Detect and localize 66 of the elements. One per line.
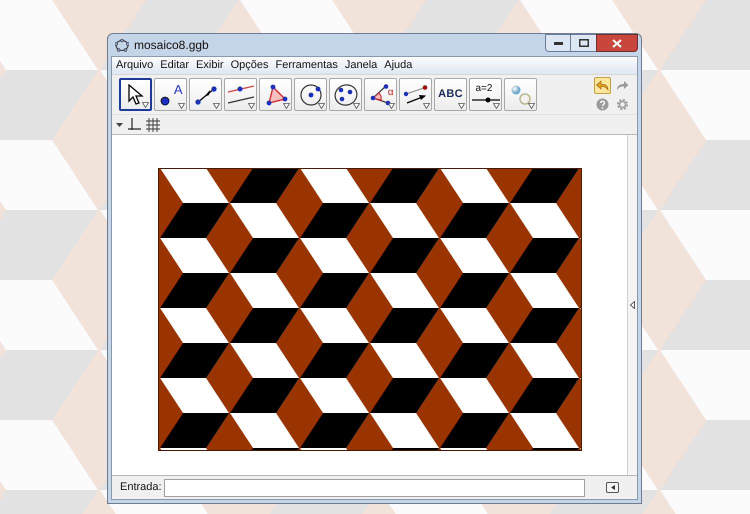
segment-icon <box>194 84 218 106</box>
redo-icon <box>616 80 629 91</box>
dropdown-triangle-icon <box>388 103 395 109</box>
vector-arrows-icon <box>402 84 428 106</box>
minimize-icon <box>554 42 562 44</box>
point-label: A <box>174 82 182 96</box>
menu-item[interactable]: Janela <box>344 57 378 74</box>
menu-item[interactable]: Editar <box>160 57 190 74</box>
input-help-button[interactable] <box>606 482 619 493</box>
dropdown-triangle-icon <box>248 103 255 109</box>
input-field[interactable] <box>164 478 585 496</box>
undo-button[interactable] <box>594 77 611 94</box>
pointer-icon <box>126 84 144 106</box>
show-hide-icon <box>508 84 532 106</box>
maximize-button[interactable] <box>571 34 596 52</box>
point-icon <box>160 96 170 106</box>
triangle-icon <box>264 84 288 106</box>
close-button[interactable] <box>596 34 638 52</box>
text-tool-label: ABC <box>438 87 463 102</box>
window-title: mosaico8.ggb <box>134 37 209 54</box>
tool-button[interactable]: ABC <box>434 78 467 111</box>
collapse-triangle-icon <box>116 122 123 126</box>
dropdown-triangle-icon <box>213 103 220 109</box>
dropdown-triangle-icon <box>528 103 535 109</box>
tool-button[interactable] <box>294 78 327 111</box>
tool-button[interactable] <box>329 78 362 111</box>
tool-button[interactable]: a=2 <box>469 78 502 111</box>
tool-button[interactable]: α <box>364 78 397 111</box>
close-icon <box>612 38 622 48</box>
menu-item[interactable]: Ferramentas <box>275 57 338 74</box>
dropdown-triangle-icon <box>423 103 430 109</box>
axes-icon <box>128 118 141 132</box>
dropdown-triangle-icon <box>142 102 149 108</box>
circle-icon <box>298 82 322 106</box>
slider-tool-label: a=2 <box>476 84 492 94</box>
dropdown-triangle-icon <box>283 103 290 109</box>
tool-button[interactable]: A <box>154 78 187 111</box>
alpha-label: α <box>388 88 394 98</box>
tool-button[interactable] <box>119 78 152 111</box>
slider-icon <box>472 96 500 102</box>
input-label: Entrada: <box>120 480 162 496</box>
tool-button[interactable] <box>224 78 257 111</box>
tool-button[interactable] <box>259 78 292 111</box>
help-icon <box>596 98 609 111</box>
help-button[interactable] <box>594 97 611 112</box>
parallel-lines-icon <box>226 84 254 106</box>
dropdown-triangle-icon <box>353 103 360 109</box>
app-logo-icon <box>115 38 129 52</box>
angle-icon <box>368 84 392 106</box>
dropdown-triangle-icon <box>493 103 500 109</box>
maximize-icon <box>578 39 588 47</box>
tool-button[interactable] <box>399 78 432 111</box>
minimize-button[interactable] <box>545 34 571 52</box>
settings-icon <box>616 98 629 111</box>
undo-icon <box>596 80 609 91</box>
ellipse-icon <box>332 82 358 106</box>
menu-item[interactable]: Arquivo <box>116 57 154 74</box>
dropdown-triangle-icon <box>318 103 325 109</box>
grid-icon <box>146 118 160 132</box>
dropdown-triangle-icon <box>178 103 185 109</box>
dropdown-triangle-icon <box>458 103 465 109</box>
menu-item[interactable]: Ajuda <box>384 57 412 74</box>
menu-item[interactable]: Exibir <box>196 57 224 74</box>
tool-button[interactable] <box>189 78 222 111</box>
left-triangle-icon <box>610 485 614 490</box>
menu-item[interactable]: Opções <box>230 57 268 74</box>
